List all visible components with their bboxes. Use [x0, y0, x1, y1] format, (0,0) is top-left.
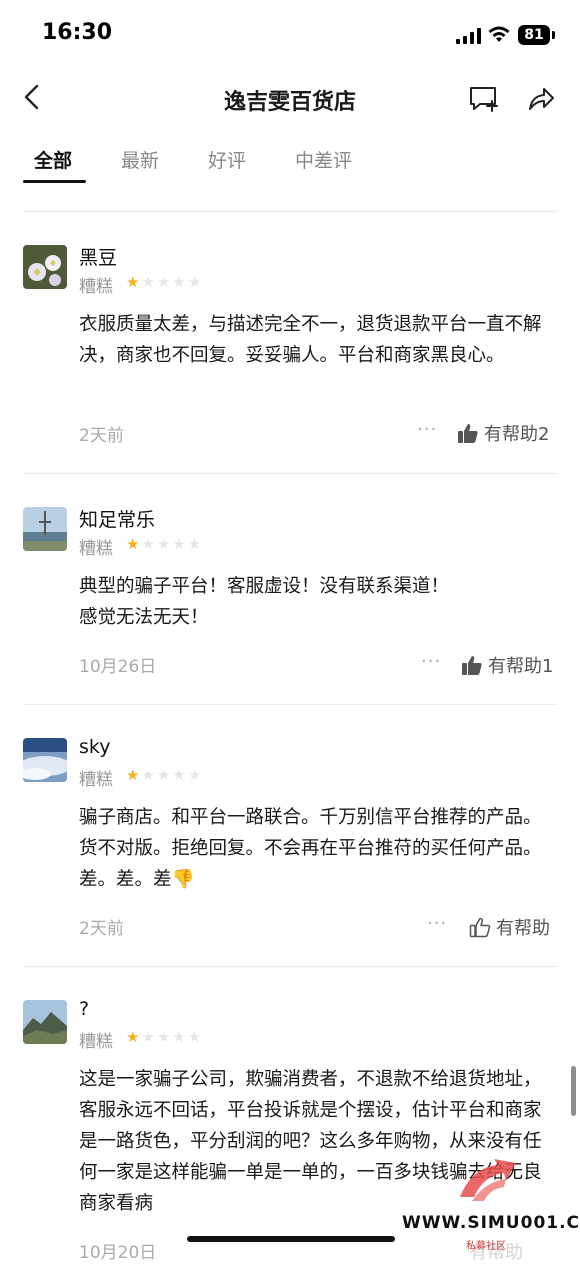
more-options-icon[interactable]: ··· — [427, 913, 447, 934]
more-options-icon[interactable]: ··· — [417, 419, 437, 440]
thumbs-up-filled-icon — [462, 656, 482, 675]
star-rating: ★★★★★ — [126, 273, 204, 291]
helpful-button[interactable]: 有帮助1 — [461, 652, 553, 678]
tab-neutral-negative[interactable]: 中差评 — [295, 146, 352, 173]
avatar[interactable] — [23, 1000, 67, 1044]
review-text: 骗子商店。和平台一路联合。千万别信平台推荐的产品。货不对版。拒绝回复。不会再在平… — [79, 807, 542, 890]
divider — [23, 704, 558, 705]
battery-tip — [552, 31, 555, 39]
review-date: 2天前 — [79, 919, 124, 939]
rating-label: 糟糕 — [79, 277, 113, 297]
review-text: 衣服质量太差，与描述完全不一，退货退款平台一直不解决，商家也不回复。妥妥骗人。平… — [79, 314, 542, 366]
tab-positive[interactable]: 好评 — [208, 146, 246, 173]
rating-label: 糟糕 — [79, 770, 113, 790]
star-rating: ★★★★★ — [126, 1028, 204, 1046]
rating-label: 糟糕 — [79, 1032, 113, 1052]
reviewer-name: 知足常乐 — [79, 509, 156, 531]
cellular-signal-icon — [456, 28, 481, 44]
review-filter-tabs: 全部 最新 好评 中差评 — [0, 140, 580, 184]
add-comment-icon[interactable] — [468, 84, 500, 114]
review-date: 10月20日 — [79, 1243, 157, 1263]
review-date: 10月26日 — [79, 657, 157, 677]
divider — [23, 966, 558, 967]
avatar[interactable] — [23, 738, 67, 782]
more-options-icon[interactable]: ··· — [421, 651, 441, 672]
helpful-button[interactable]: 有帮助2 — [457, 420, 549, 446]
share-icon[interactable] — [526, 84, 556, 114]
watermark-subtitle: 私募社区 — [466, 1241, 506, 1252]
status-time: 16:30 — [42, 20, 113, 45]
battery-icon: 81 — [518, 25, 550, 45]
review-text: 典型的骗子平台！客服虚设！没有联系渠道！ 感觉无法无天！ — [79, 576, 450, 628]
watermark-site: WWW.SIMU001.CN — [402, 1213, 580, 1233]
divider — [23, 211, 558, 212]
navigation-bar: 逸吉雯百货店 — [0, 72, 580, 126]
avatar[interactable] — [23, 507, 67, 551]
helpful-button[interactable]: 有帮助 — [469, 914, 550, 940]
tab-latest[interactable]: 最新 — [121, 146, 159, 173]
helpful-label: 有帮助1 — [488, 656, 554, 677]
wifi-icon — [488, 26, 510, 42]
helpful-label: 有帮助2 — [484, 424, 550, 445]
watermark-logo-icon — [460, 1159, 516, 1201]
thumbs-up-filled-icon — [458, 424, 478, 443]
home-indicator[interactable] — [187, 1236, 395, 1242]
divider — [23, 473, 558, 474]
thumbs-up-outline-icon — [469, 917, 491, 938]
active-tab-indicator — [23, 180, 86, 183]
reviewer-name: sky — [79, 736, 111, 758]
scrollbar[interactable] — [571, 1066, 576, 1116]
status-bar: 16:30 81 — [0, 0, 580, 66]
review-date: 2天前 — [79, 426, 124, 446]
watermark: WWW.SIMU001.CN 私募社区 — [402, 1145, 580, 1255]
avatar[interactable] — [23, 245, 67, 289]
reviewer-name: ? — [79, 998, 90, 1020]
star-rating: ★★★★★ — [126, 535, 204, 553]
reviewer-name: 黑豆 — [79, 247, 118, 269]
helpful-label: 有帮助 — [496, 918, 550, 939]
rating-label: 糟糕 — [79, 539, 113, 559]
tab-all[interactable]: 全部 — [34, 146, 72, 173]
star-rating: ★★★★★ — [126, 766, 204, 784]
